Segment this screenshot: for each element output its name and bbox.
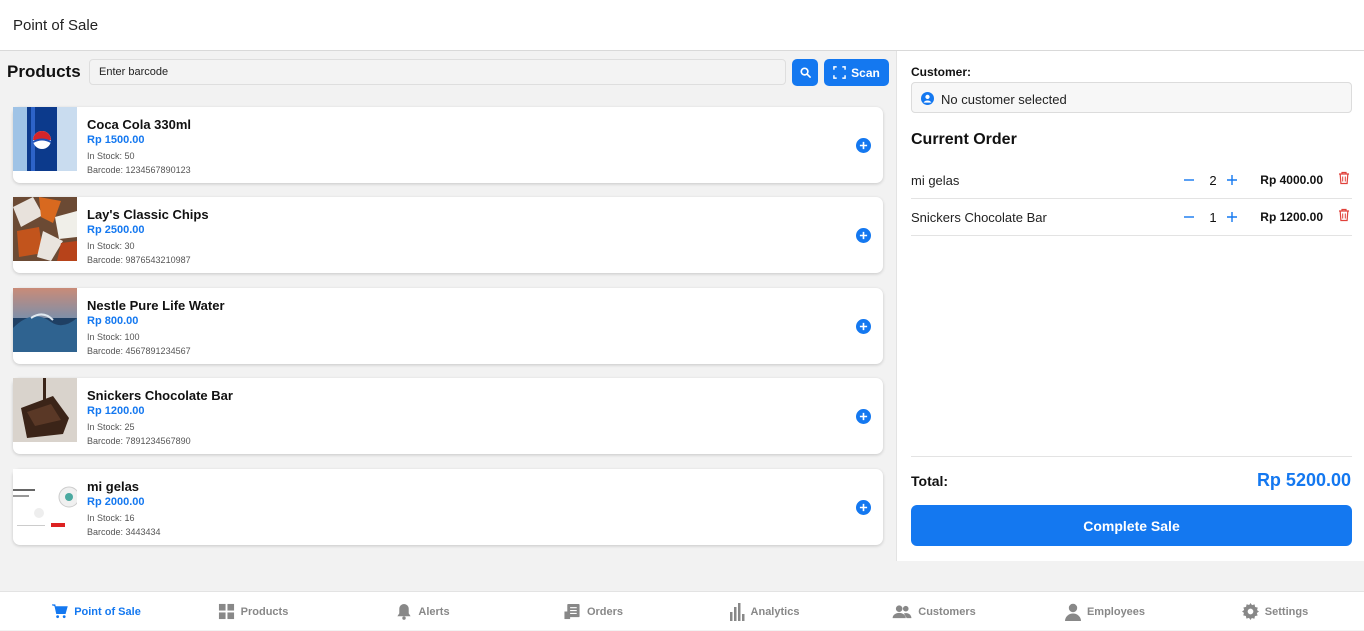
nav-label: Analytics [750,605,800,618]
gear-icon [1241,603,1259,620]
product-price: Rp 800.00 [87,315,139,327]
decrease-quantity-icon[interactable] [1183,174,1195,186]
order-item: Snickers Chocolate Bar 1 Rp 1200.00 [911,199,1352,236]
plus-icon [859,231,868,240]
cart-icon [52,604,68,619]
current-order-title: Current Order [911,131,1017,148]
products-heading: Products [7,62,81,81]
product-card[interactable]: Coca Cola 330ml Rp 1500.00 In Stock: 50 … [13,107,883,183]
product-card[interactable]: mi gelas Rp 2000.00 In Stock: 16 Barcode… [13,469,883,545]
product-stock: In Stock: 30 [87,241,135,251]
scan-icon [833,66,846,79]
product-image [13,469,77,533]
product-image [13,197,77,261]
nav-label: Products [240,605,289,618]
increase-quantity-icon[interactable] [1226,174,1238,186]
person-icon [1064,603,1081,621]
plus-icon [859,141,868,150]
decrease-quantity-icon[interactable] [1183,211,1195,223]
page-title: Point of Sale [13,17,99,34]
grid-icon [218,603,234,620]
product-image [13,378,77,442]
nav-item-analytics[interactable]: Analytics [679,592,849,631]
product-name: mi gelas [87,479,140,494]
product-barcode: Barcode: 3443434 [87,527,161,537]
bottom-nav: Point of Sale Products Alerts Orders Ana… [0,591,1364,630]
product-stock: In Stock: 16 [87,513,135,523]
trash-icon[interactable] [1338,208,1350,222]
nav-item-orders[interactable]: Orders [508,592,678,631]
order-item-qty: 1 [1209,210,1217,225]
nav-label: Customers [918,605,976,618]
search-icon [799,67,811,78]
scan-button[interactable]: Scan [824,59,889,86]
search-button[interactable] [792,59,818,86]
total-divider [911,456,1352,457]
order-item-name: Snickers Chocolate Bar [911,210,1047,225]
nav-item-point-of-sale[interactable]: Point of Sale [11,592,181,631]
customer-value: No customer selected [941,92,1067,107]
plus-icon [859,412,868,421]
nav-label: Alerts [418,605,450,618]
app-header: Point of Sale [0,0,1364,51]
order-item-name: mi gelas [911,173,960,188]
product-image [13,288,77,352]
add-to-order-button[interactable] [856,138,871,153]
add-to-order-button[interactable] [856,228,871,243]
nav-label: Orders [586,605,624,618]
order-panel: Customer: No customer selected Current O… [896,51,1364,561]
users-icon [892,605,912,619]
nav-item-alerts[interactable]: Alerts [338,592,508,631]
increase-quantity-icon[interactable] [1226,211,1238,223]
scan-label: Scan [851,65,880,80]
product-barcode: Barcode: 4567891234567 [87,346,191,356]
product-barcode: Barcode: 1234567890123 [87,165,191,175]
nav-item-employees[interactable]: Employees [1020,592,1190,631]
total-value: Rp 5200.00 [1256,470,1351,490]
product-name: Coca Cola 330ml [87,117,192,132]
bar-chart-icon [729,602,745,621]
product-price: Rp 1500.00 [87,134,145,146]
nav-item-products[interactable]: Products [168,592,338,631]
customer-selector[interactable]: No customer selected [911,82,1352,113]
nav-item-settings[interactable]: Settings [1190,592,1360,631]
product-stock: In Stock: 100 [87,332,140,342]
product-stock: In Stock: 25 [87,422,135,432]
product-barcode: Barcode: 9876543210987 [87,255,191,265]
nav-label: Point of Sale [74,605,141,618]
product-card[interactable]: Nestle Pure Life Water Rp 800.00 In Stoc… [13,288,883,364]
barcode-input[interactable] [89,59,786,85]
product-price: Rp 2000.00 [87,496,145,508]
product-name: Lay's Classic Chips [87,207,209,222]
complete-sale-button[interactable]: Complete Sale [911,505,1352,546]
product-barcode: Barcode: 7891234567890 [87,436,191,446]
product-card[interactable]: Lay's Classic Chips Rp 2500.00 In Stock:… [13,197,883,273]
product-image [13,107,77,171]
customer-label: Customer: [911,65,972,79]
receipt-icon [564,603,580,620]
product-name: Snickers Chocolate Bar [87,388,233,403]
order-item-total: Rp 4000.00 [1260,173,1323,187]
product-stock: In Stock: 50 [87,151,135,161]
total-label: Total: [911,473,949,489]
trash-icon[interactable] [1338,171,1350,185]
add-to-order-button[interactable] [856,500,871,515]
product-price: Rp 1200.00 [87,405,145,417]
user-circle-icon [921,92,934,105]
order-item-total: Rp 1200.00 [1260,210,1323,224]
plus-icon [859,503,868,512]
nav-label: Settings [1264,605,1309,618]
product-card[interactable]: Snickers Chocolate Bar Rp 1200.00 In Sto… [13,378,883,454]
bell-icon [397,603,412,620]
order-item: mi gelas 2 Rp 4000.00 [911,162,1352,199]
plus-icon [859,322,868,331]
nav-item-customers[interactable]: Customers [849,592,1019,631]
add-to-order-button[interactable] [856,319,871,334]
nav-label: Employees [1086,605,1146,618]
order-item-qty: 2 [1209,173,1217,188]
product-name: Nestle Pure Life Water [87,298,225,313]
add-to-order-button[interactable] [856,409,871,424]
products-panel: Products Scan Coca Cola 330ml Rp 1500. [0,51,896,561]
product-price: Rp 2500.00 [87,224,145,236]
